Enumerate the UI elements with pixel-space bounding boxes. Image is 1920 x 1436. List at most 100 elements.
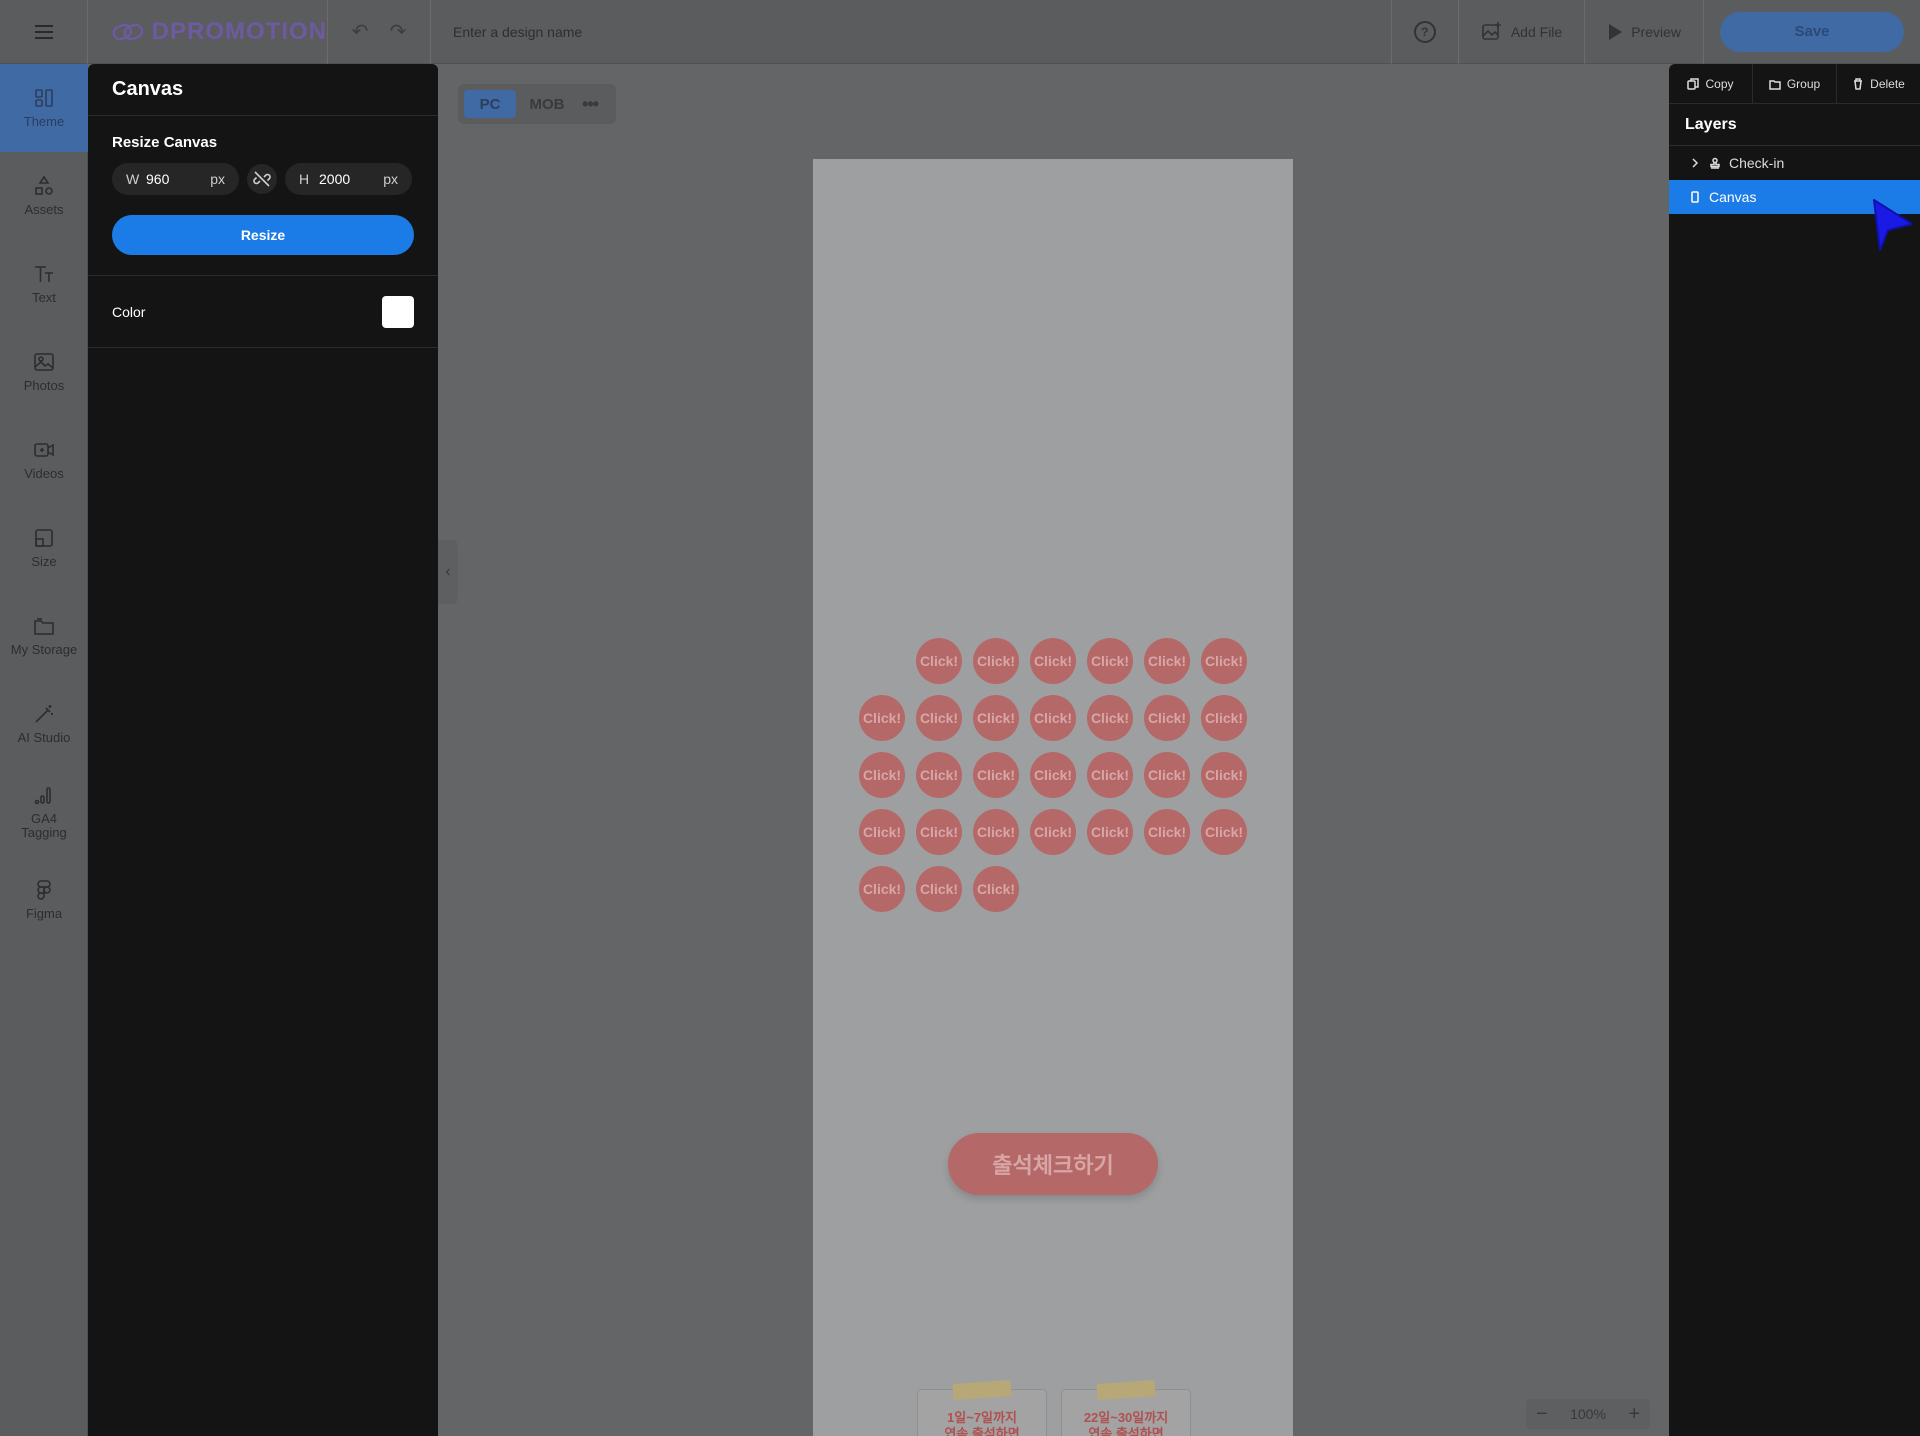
click-stamp[interactable]: Click!: [1201, 752, 1247, 798]
rail-item-ga4-tagging[interactable]: GA4 Tagging: [0, 768, 88, 856]
rail-item-label: AI Studio: [17, 730, 71, 745]
click-stamp[interactable]: Click!: [916, 752, 962, 798]
click-stamp[interactable]: Click!: [916, 866, 962, 912]
trash-icon: [1854, 77, 1863, 90]
chevron-right-icon[interactable]: [1689, 157, 1701, 169]
preview-button[interactable]: Preview: [1584, 0, 1703, 64]
rail-item-label: GA4: [30, 811, 57, 826]
text-icon: [35, 266, 53, 282]
click-stamp[interactable]: Click!: [916, 695, 962, 741]
promo-text-right: 22일~30일까지 연속 출석하면: [1062, 1410, 1190, 1436]
color-label: Color: [112, 303, 146, 320]
click-stamp[interactable]: Click!: [1144, 695, 1190, 741]
click-stamp[interactable]: Click!: [916, 638, 962, 684]
delete-button[interactable]: Delete: [1837, 64, 1920, 103]
rail-item-assets[interactable]: Assets: [0, 152, 88, 240]
click-stamp[interactable]: Click!: [1144, 638, 1190, 684]
width-value[interactable]: 960: [146, 171, 210, 187]
click-stamp[interactable]: Click!: [1030, 695, 1076, 741]
click-stamp[interactable]: Click!: [1087, 695, 1133, 741]
height-value[interactable]: 2000: [319, 171, 383, 187]
click-stamp[interactable]: Click!: [1087, 752, 1133, 798]
copy-label: Copy: [1705, 76, 1734, 91]
more-options-icon[interactable]: •••: [578, 90, 602, 118]
click-stamp[interactable]: Click!: [973, 638, 1019, 684]
magic-wand-icon: [35, 705, 53, 723]
click-stamp[interactable]: Click!: [973, 695, 1019, 741]
height-unit: px: [383, 171, 398, 187]
unlink-ratio-button[interactable]: [247, 164, 277, 194]
layer-label: Check-in: [1729, 155, 1785, 171]
click-stamp[interactable]: Click!: [973, 752, 1019, 798]
width-key: W: [126, 171, 140, 187]
click-stamp[interactable]: Click!: [1201, 638, 1247, 684]
rail-item-ai-studio[interactable]: AI Studio: [0, 680, 88, 768]
size-row: W 960 px H 2000 px: [112, 163, 414, 195]
help-button[interactable]: ?: [1390, 0, 1458, 64]
click-stamp[interactable]: Click!: [916, 809, 962, 855]
click-stamp[interactable]: Click!: [1144, 809, 1190, 855]
copy-button[interactable]: Copy: [1669, 64, 1753, 103]
collapse-panel-handle[interactable]: ‹: [438, 540, 458, 604]
click-stamp[interactable]: Click!: [973, 809, 1019, 855]
click-stamp[interactable]: Click!: [1030, 638, 1076, 684]
canvas-settings-panel: Canvas Resize Canvas W 960 px H 2000 px …: [88, 64, 438, 1436]
undo-redo-group: ↶ ↷: [328, 0, 431, 64]
top-bar: DPROMOTION ↶ ↷ ? Add File Preview Save: [0, 0, 1920, 64]
height-field[interactable]: H 2000 px: [285, 163, 412, 195]
design-name-area: [431, 0, 1391, 64]
preview-label: Preview: [1631, 23, 1681, 40]
logo: DPROMOTION: [88, 0, 328, 64]
save-button[interactable]: Save: [1720, 11, 1904, 52]
layer-item-check-in[interactable]: Check-in: [1669, 146, 1920, 180]
click-stamp[interactable]: Click!: [973, 866, 1019, 912]
rail-item-my-storage[interactable]: My Storage: [0, 592, 88, 680]
resize-button[interactable]: Resize: [112, 215, 414, 255]
click-stamp[interactable]: Click!: [1144, 752, 1190, 798]
menu-icon[interactable]: [0, 0, 88, 64]
pc-view-button[interactable]: PC: [464, 90, 516, 118]
zoom-out-icon[interactable]: −: [1536, 1403, 1548, 1426]
rail-item-photos[interactable]: Photos: [0, 328, 88, 416]
mouse-pointer-icon: [1873, 199, 1913, 251]
click-stamp[interactable]: Click!: [1087, 638, 1133, 684]
zoom-in-icon[interactable]: +: [1628, 1403, 1640, 1426]
group-button[interactable]: Group: [1753, 64, 1837, 103]
click-stamp[interactable]: Click!: [859, 752, 905, 798]
add-file-button[interactable]: Add File: [1457, 0, 1584, 64]
promo-left-line1: 1일~7일까지: [947, 1410, 1017, 1425]
rail-item-figma[interactable]: Figma: [0, 856, 88, 944]
tape-decoration: [952, 1379, 1012, 1401]
folder-icon: [34, 618, 54, 635]
design-name-input[interactable]: [453, 23, 853, 40]
rail-item-videos[interactable]: Videos: [0, 416, 88, 504]
promo-card-right: 22일~30일까지 연속 출석하면: [1061, 1379, 1191, 1436]
promo-right-line2: 연속 출석하면: [1088, 1426, 1164, 1436]
device-toggle: PC MOB •••: [458, 84, 616, 124]
add-file-label: Add File: [1510, 23, 1563, 40]
mobile-view-button[interactable]: MOB: [524, 90, 570, 118]
rail-item-label: Figma: [25, 906, 63, 921]
redo-icon[interactable]: ↷: [388, 22, 408, 42]
rail-item-label: Videos: [24, 466, 64, 481]
color-swatch[interactable]: [382, 295, 414, 328]
rail-item-text[interactable]: Text: [0, 240, 88, 328]
undo-icon[interactable]: ↶: [350, 22, 370, 42]
rail-item-label: Size: [31, 554, 57, 569]
design-canvas[interactable]: Click! Click! Click! Click! Click! Click! Clic…: [813, 159, 1293, 1436]
click-stamp[interactable]: Click!: [1030, 752, 1076, 798]
rail-item-size[interactable]: Size: [0, 504, 88, 592]
width-field[interactable]: W 960 px: [112, 163, 239, 195]
click-stamp[interactable]: Click!: [859, 809, 905, 855]
click-stamp[interactable]: Click!: [1030, 809, 1076, 855]
rail-item-theme[interactable]: Theme: [0, 64, 88, 152]
click-stamp[interactable]: Click!: [859, 866, 905, 912]
zoom-level: 100%: [1570, 1406, 1606, 1422]
checkin-button[interactable]: 출석체크하기: [948, 1133, 1158, 1195]
click-stamp[interactable]: Click!: [1201, 809, 1247, 855]
photos-icon: [34, 353, 54, 371]
rail-item-label: Assets: [24, 202, 64, 217]
click-stamp[interactable]: Click!: [859, 695, 905, 741]
click-stamp[interactable]: Click!: [1201, 695, 1247, 741]
click-stamp[interactable]: Click!: [1087, 809, 1133, 855]
